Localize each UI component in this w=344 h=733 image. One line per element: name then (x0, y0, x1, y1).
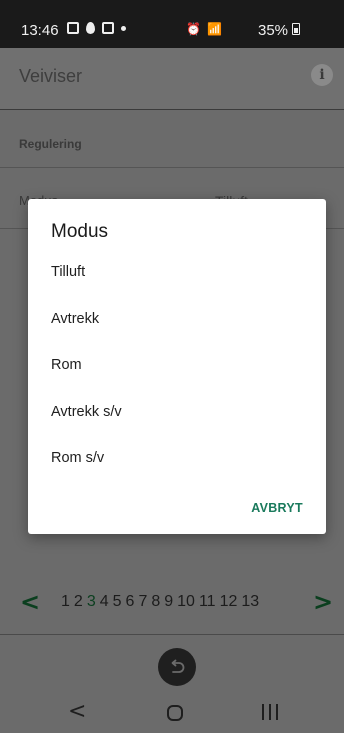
mode-dialog: Modus Tilluft Avtrekk Rom Avtrekk s/v Ro… (28, 199, 326, 534)
page-numbers: 1 2 3 4 5 6 7 8 9 10 11 12 13 (61, 593, 259, 611)
app-header: Veiviser i (0, 48, 344, 110)
more-notifications-icon (121, 25, 126, 31)
wifi-icon: 📶 (206, 22, 222, 36)
page-number[interactable]: 9 (164, 593, 173, 611)
page-number[interactable]: 2 (74, 593, 83, 611)
location-icon (86, 22, 95, 34)
home-icon[interactable] (167, 705, 183, 721)
page-number[interactable]: 4 (100, 593, 109, 611)
page-number[interactable]: 6 (126, 593, 135, 611)
info-icon[interactable]: i (311, 64, 333, 86)
status-system-icons: ⏰ 📶 (186, 22, 222, 36)
dialog-title: Modus (51, 221, 109, 242)
page-number[interactable]: 5 (113, 593, 122, 611)
page-title: Veiviser (19, 66, 83, 86)
battery-level: 35% (258, 22, 301, 39)
page-number[interactable]: 11 (199, 593, 216, 611)
page-number[interactable]: 3 (87, 593, 96, 611)
undo-icon (171, 659, 185, 673)
pager: < 1 2 3 4 5 6 7 8 9 10 11 12 13 > (0, 588, 344, 618)
page-number[interactable]: 10 (177, 593, 195, 611)
divider (0, 167, 344, 168)
page-number[interactable]: 7 (138, 593, 147, 611)
page-number[interactable]: 1 (61, 593, 70, 611)
cancel-button[interactable]: AVBRYT (251, 501, 303, 515)
section-label: Regulering (19, 137, 82, 151)
system-nav-bar: < (0, 693, 344, 733)
dialog-option[interactable]: Tilluft (28, 249, 326, 296)
dialog-option[interactable]: Rom (28, 342, 326, 389)
gallery-icon (67, 22, 79, 34)
dialog-option[interactable]: Rom s/v (28, 435, 326, 482)
back-icon[interactable]: < (68, 699, 86, 724)
page-number[interactable]: 8 (151, 593, 160, 611)
status-time: 13:46 (21, 22, 59, 39)
previous-page-button[interactable]: < (20, 588, 40, 616)
undo-button[interactable] (158, 648, 196, 686)
recents-icon[interactable] (262, 704, 278, 720)
page-number[interactable]: 12 (220, 593, 238, 611)
dialog-option[interactable]: Avtrekk s/v (28, 389, 326, 436)
page-number[interactable]: 13 (241, 593, 259, 611)
notification-app-icon (102, 22, 114, 34)
battery-icon (292, 23, 301, 35)
dialog-option[interactable]: Avtrekk (28, 296, 326, 343)
dialog-options: Tilluft Avtrekk Rom Avtrekk s/v Rom s/v (28, 249, 326, 482)
alarm-icon: ⏰ (186, 22, 201, 36)
next-page-button[interactable]: > (313, 588, 333, 616)
status-notification-icons (67, 22, 126, 34)
divider (0, 634, 344, 635)
